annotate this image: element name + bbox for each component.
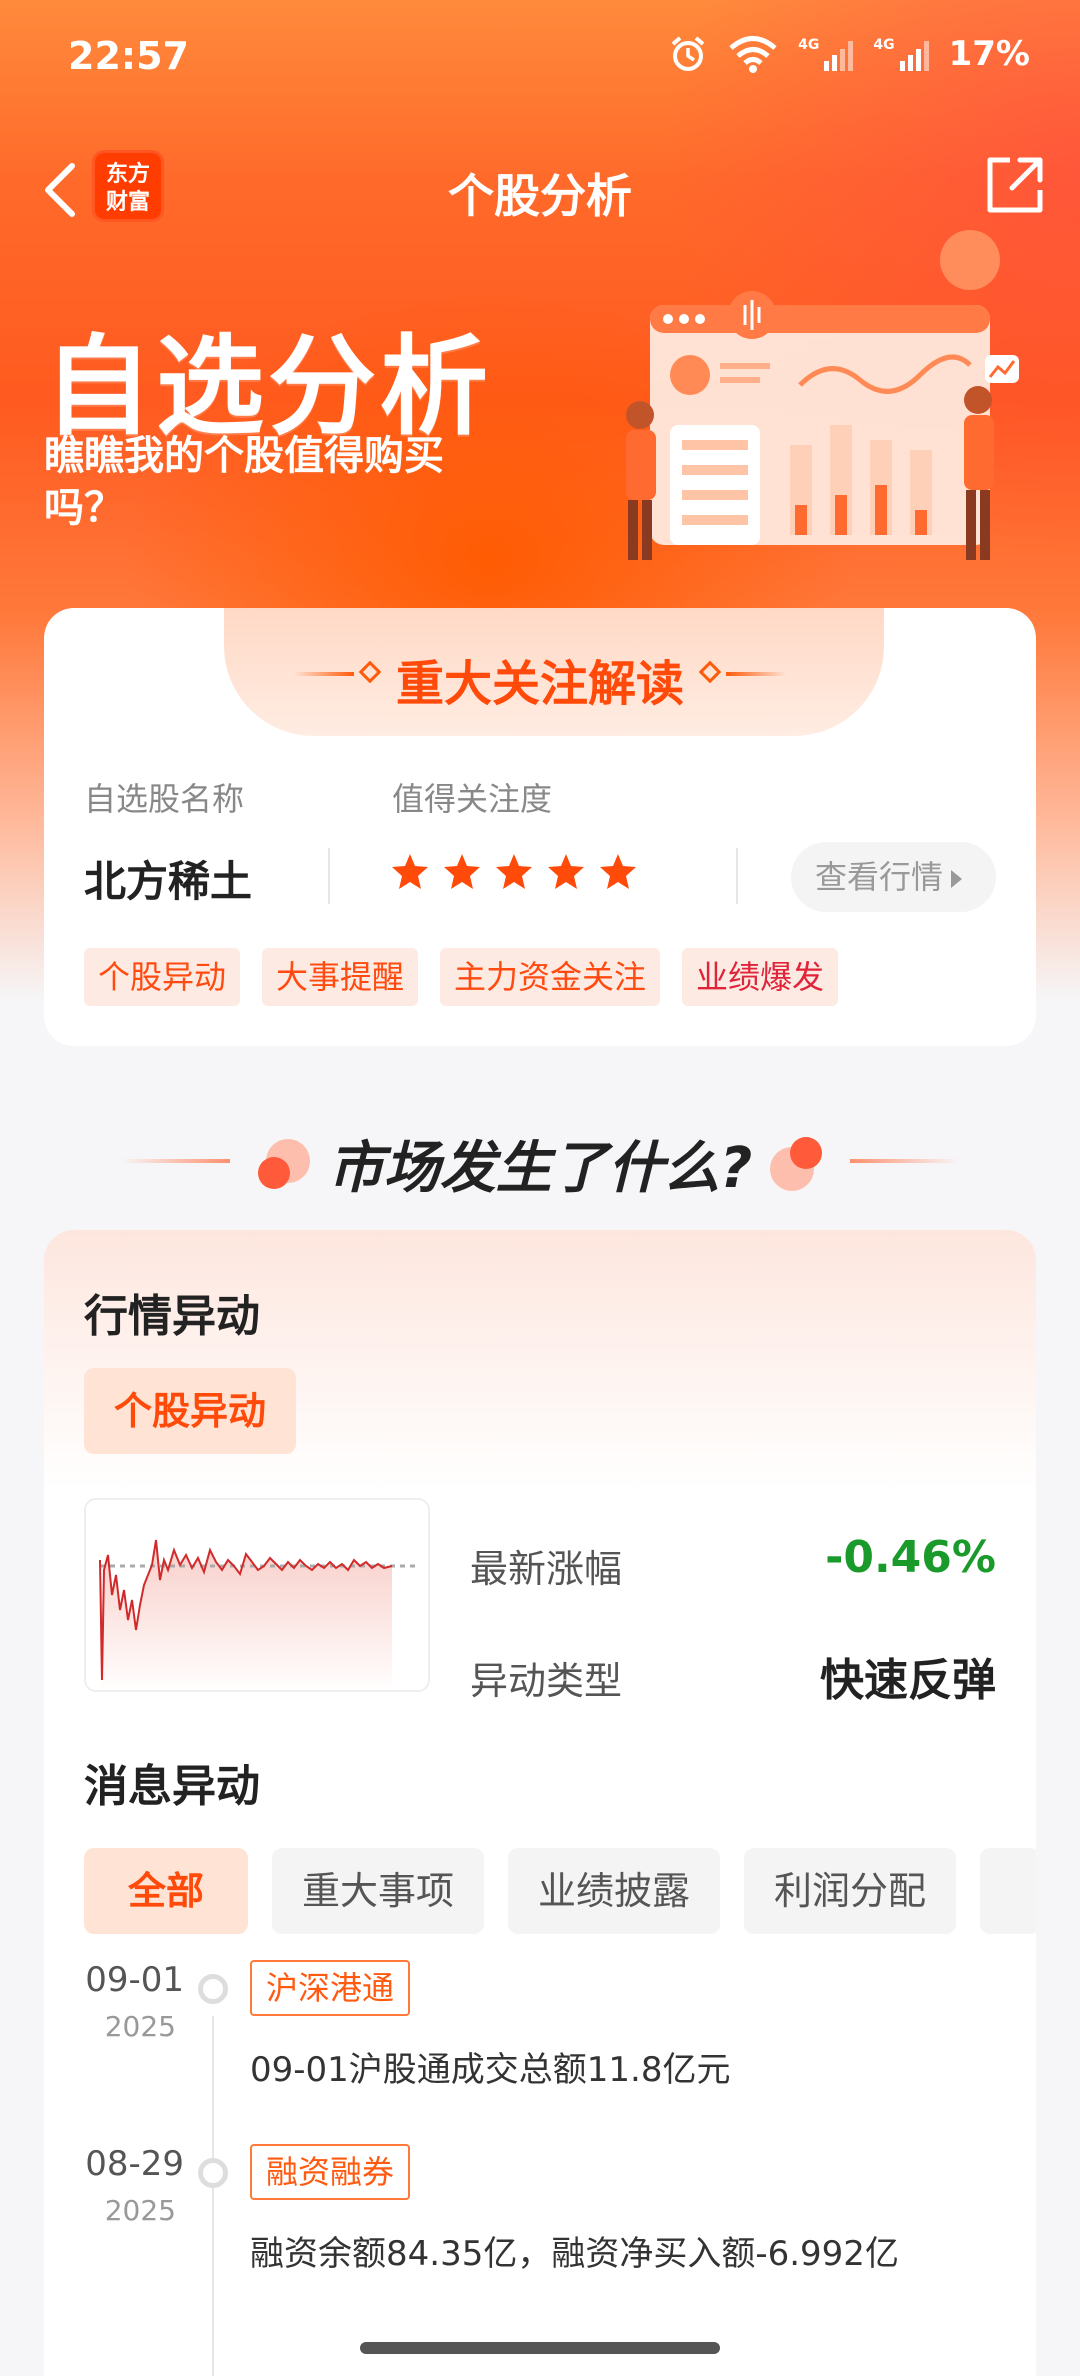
filter-tab-all[interactable]: 全部	[84, 1848, 249, 1934]
status-time: 22:57	[68, 34, 189, 78]
stock-anomaly-chip[interactable]: 个股异动	[84, 1368, 297, 1454]
news-year: 2025	[104, 2010, 176, 2043]
news-filter-tabs: 全部 重大事项 业绩披露 利润分配	[84, 1848, 1036, 1934]
banner-subtitle: 瞧瞧我的个股值得购买吗？	[44, 433, 444, 531]
battery-level: 17%	[948, 34, 1030, 74]
news-item[interactable]: 09-01 2025 沪深港通 09-01沪股通成交总额11.8亿元	[44, 1960, 1036, 2140]
star-icon	[600, 854, 636, 889]
tag-item[interactable]: 主力资金关注	[440, 948, 661, 1006]
rating-stars	[390, 852, 638, 892]
filter-tab-dividend[interactable]: 利润分配	[744, 1848, 957, 1934]
decor-line-right	[726, 672, 786, 676]
news-year: 2025	[104, 2194, 176, 2227]
star-icon	[496, 854, 532, 889]
news-tag: 融资融券	[250, 2144, 411, 2200]
status-bar: 22:57 4G 4G 17%	[68, 34, 1030, 84]
focus-card: 重大关注解读 自选股名称 值得关注度 北方稀土 查看行情 个股异动 大事提醒 主…	[44, 608, 1036, 1046]
news-timeline: 09-01 2025 沪深港通 09-01沪股通成交总额11.8亿元 08-29…	[44, 1960, 1036, 2376]
news-date: 08-29	[85, 2144, 184, 2184]
latest-change-value: -0.46%	[825, 1532, 996, 1583]
tag-item[interactable]: 个股异动	[84, 948, 241, 1006]
latest-change-label: 最新涨幅	[470, 1547, 623, 1591]
signal-icon-1: 4G	[798, 37, 854, 71]
quote-anomaly-title: 行情异动	[84, 1291, 260, 1342]
filter-tab-earnings[interactable]: 业绩披露	[508, 1848, 721, 1934]
news-anomaly-title: 消息异动	[84, 1761, 260, 1812]
analysis-illustration	[626, 230, 1019, 560]
market-card: 行情异动 个股异动 最新涨幅 -0.46% 异动类型 快速反弹 消息异动 全部 …	[44, 1230, 1036, 2376]
anomaly-type-label: 异动类型	[470, 1659, 623, 1703]
signal-icon-2: 4G	[873, 37, 929, 71]
market-section-header: 市场发生了什么?	[0, 1115, 1080, 1205]
anomaly-type-value: 快速反弹	[820, 1655, 996, 1706]
home-indicator[interactable]	[360, 2342, 720, 2354]
caret-right-icon	[951, 870, 962, 888]
news-text[interactable]: 融资余额84.35亿，融资净买入额-6.992亿	[250, 2226, 899, 2275]
star-icon	[444, 854, 480, 889]
filter-tab-more[interactable]	[980, 1848, 1036, 1934]
network-type-1: 4G	[798, 37, 820, 53]
market-section-title: 市场发生了什么?	[327, 1136, 753, 1201]
news-item[interactable]: 08-29 2025 融资融券 融资余额84.35亿，融资净买入额-6.992亿	[44, 2144, 1036, 2324]
tag-item[interactable]: 业绩爆发	[682, 948, 839, 1006]
wifi-icon	[729, 36, 777, 73]
intraday-mini-chart[interactable]	[84, 1498, 430, 1692]
share-icon[interactable]	[980, 150, 1050, 220]
stock-name-label: 自选股名称	[84, 780, 245, 818]
divider	[328, 848, 330, 904]
tag-item[interactable]: 大事提醒	[262, 948, 419, 1006]
star-icon	[392, 854, 428, 889]
view-quote-label: 查看行情	[814, 858, 943, 896]
news-tag: 沪深港通	[250, 1960, 411, 2016]
focus-card-title: 重大关注解读	[395, 656, 684, 712]
page-title: 个股分析	[448, 169, 632, 223]
decor-line-right	[850, 1159, 960, 1163]
star-icon	[548, 854, 584, 889]
stock-name: 北方稀土	[84, 857, 253, 906]
bubble-decor-icon	[770, 1137, 822, 1191]
timeline-dot	[198, 1974, 228, 2004]
status-icons: 4G 4G 17%	[668, 34, 1030, 74]
timeline-dot	[198, 2158, 228, 2188]
attention-label: 值得关注度	[392, 780, 553, 818]
network-type-2: 4G	[873, 37, 895, 53]
filter-tab-major[interactable]: 重大事项	[272, 1848, 485, 1934]
alarm-icon	[671, 36, 705, 71]
news-text[interactable]: 09-01沪股通成交总额11.8亿元	[250, 2042, 731, 2091]
view-quote-button[interactable]: 查看行情	[790, 842, 996, 912]
focus-tags: 个股异动 大事提醒 主力资金关注 业绩爆发	[84, 948, 839, 1006]
divider	[736, 848, 738, 904]
news-date: 09-01	[85, 1960, 184, 2000]
